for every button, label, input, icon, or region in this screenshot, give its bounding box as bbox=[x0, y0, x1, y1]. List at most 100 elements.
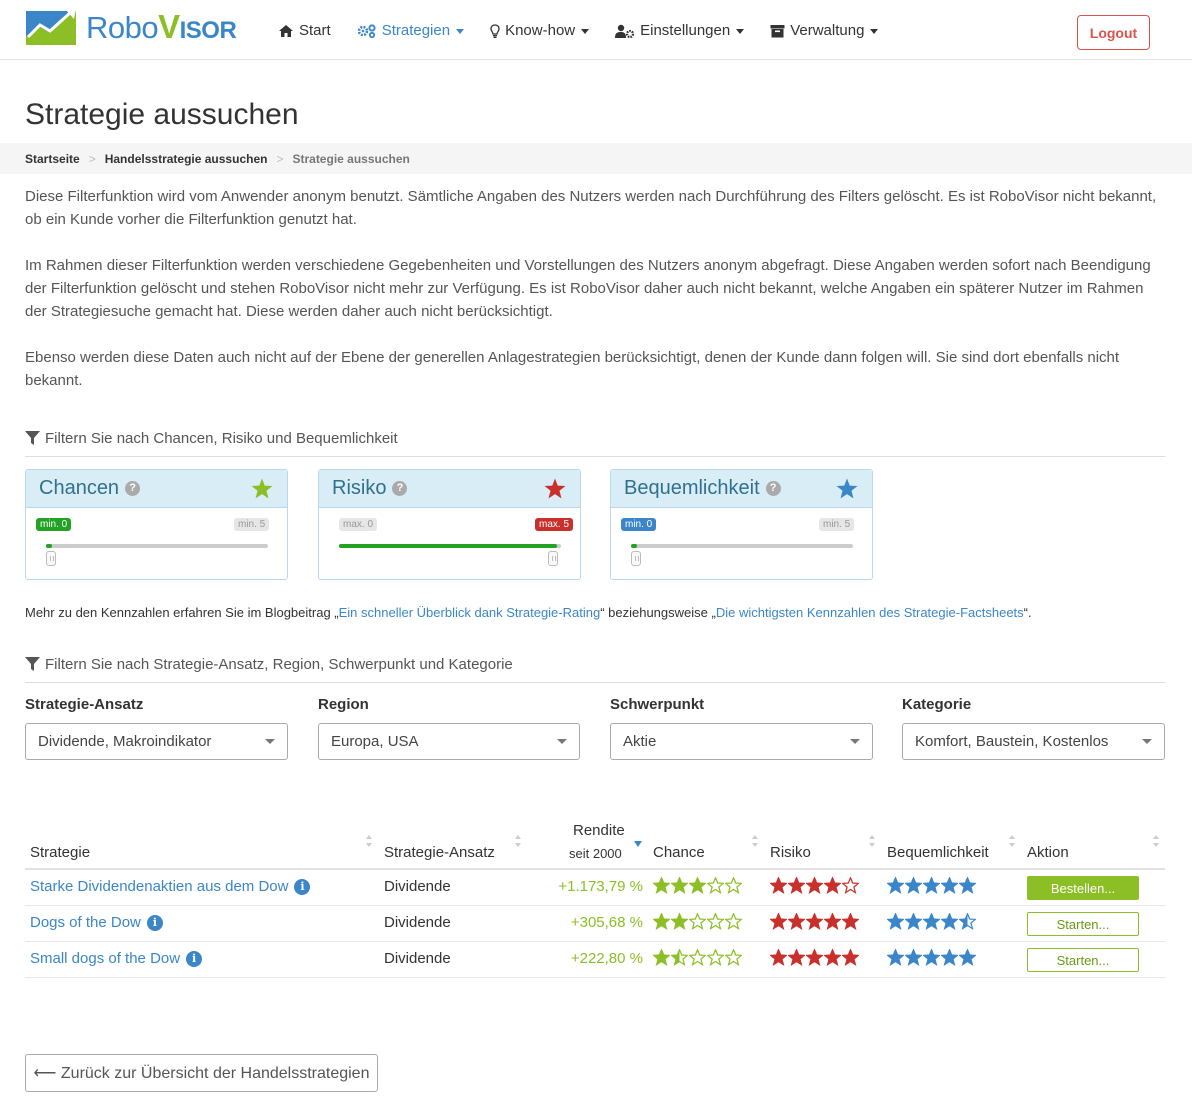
slider-handle[interactable] bbox=[631, 551, 641, 566]
slider-track bbox=[46, 544, 268, 548]
strategy-ansatz: Dividende bbox=[384, 914, 451, 931]
slider-track bbox=[631, 544, 853, 548]
table-row: Small dogs of the Dow i Dividende +222,80… bbox=[25, 942, 1165, 978]
star-full-icon bbox=[653, 949, 670, 966]
slider-fill bbox=[46, 544, 52, 548]
slider-handle[interactable] bbox=[548, 551, 558, 566]
slider-max-label: max. 5 bbox=[535, 518, 574, 531]
nav-strategien-label: Strategien bbox=[381, 22, 451, 39]
star-full-icon bbox=[788, 913, 805, 930]
star-full-icon bbox=[671, 913, 688, 930]
strategy-ansatz: Dividende bbox=[384, 878, 451, 895]
sort-desc-icon[interactable] bbox=[634, 834, 642, 848]
strategy-rendite: +1.173,79 % bbox=[558, 878, 643, 895]
back-to-overview-button[interactable]: ⟵ Zurück zur Übersicht der Handelsstrate… bbox=[25, 1054, 378, 1092]
help-icon[interactable]: ? bbox=[765, 481, 781, 496]
sort-icon[interactable] bbox=[868, 834, 876, 848]
filter-rating-heading: Filtern Sie nach Chancen, Risiko und Beq… bbox=[25, 430, 1165, 457]
nav-start[interactable]: Start bbox=[278, 22, 331, 39]
nav-know-how[interactable]: Know-how bbox=[490, 22, 590, 39]
info-icon[interactable]: i bbox=[294, 878, 311, 895]
star-empty-icon bbox=[725, 913, 742, 930]
user-gear-icon bbox=[615, 24, 635, 38]
robovisor-logo[interactable]: RoboVISOR bbox=[26, 6, 237, 48]
bequemlichkeit-slider[interactable]: min. 0 min. 5 bbox=[621, 518, 855, 568]
breadcrumb: Startseite > Handelsstrategie aussuchen … bbox=[0, 143, 1192, 174]
page-title: Strategie aussuchen bbox=[25, 98, 299, 131]
dropdown-arrow-icon bbox=[1142, 739, 1152, 744]
blog-link-factsheet[interactable]: Die wichtigsten Kennzahlen des Strategie… bbox=[716, 605, 1024, 620]
bequemlichkeit-card-header: Bequemlichkeit ? bbox=[611, 470, 872, 508]
info-icon[interactable]: i bbox=[146, 914, 163, 931]
column-header-rendite[interactable]: Rendite bbox=[573, 822, 625, 839]
help-icon[interactable]: ? bbox=[125, 481, 141, 496]
sort-icon[interactable] bbox=[365, 834, 373, 848]
strategy-name-link[interactable]: Small dogs of the Dow i bbox=[30, 950, 203, 967]
blog-link-strategie-rating[interactable]: Ein schneller Überblick dank Strategie-R… bbox=[339, 605, 601, 620]
star-full-icon bbox=[905, 949, 922, 966]
note-text: Mehr zu den Kennzahlen erfahren Sie im B… bbox=[25, 605, 339, 620]
slider-fill bbox=[631, 544, 637, 548]
star-empty-icon bbox=[707, 949, 724, 966]
risiko-rating bbox=[770, 913, 860, 930]
strategy-name-link[interactable]: Dogs of the Dow i bbox=[30, 914, 163, 931]
column-header-strategie[interactable]: Strategie bbox=[30, 844, 90, 861]
slider-handle[interactable] bbox=[46, 551, 56, 566]
schwerpunkt-select[interactable]: Aktie bbox=[610, 723, 873, 760]
star-empty-icon bbox=[707, 913, 724, 930]
column-header-chance[interactable]: Chance bbox=[653, 844, 705, 861]
risiko-card-header: Risiko ? bbox=[319, 470, 580, 508]
region-label: Region bbox=[318, 696, 369, 713]
nav-strategien[interactable]: Strategien bbox=[357, 22, 465, 39]
star-full-icon bbox=[824, 877, 841, 894]
starten-button[interactable]: Starten... bbox=[1027, 948, 1139, 972]
star-full-icon bbox=[941, 913, 958, 930]
column-header-bequemlichkeit[interactable]: Bequemlichkeit bbox=[887, 844, 989, 861]
sort-icon[interactable] bbox=[751, 834, 759, 848]
select-value: Europa, USA bbox=[331, 733, 419, 750]
logo-chart-icon bbox=[26, 9, 76, 45]
nav-verwaltung[interactable]: Verwaltung bbox=[770, 22, 879, 39]
chevron-down-icon bbox=[736, 29, 745, 34]
sort-icon[interactable] bbox=[1008, 834, 1016, 848]
star-empty-icon bbox=[689, 949, 706, 966]
strategie-ansatz-select[interactable]: Dividende, Makroindikator bbox=[25, 723, 288, 760]
logout-button[interactable]: Logout bbox=[1077, 15, 1150, 50]
star-empty-icon bbox=[725, 877, 742, 894]
strategy-name-link[interactable]: Starke Dividendenaktien aus dem Dow i bbox=[30, 878, 311, 895]
risiko-slider[interactable]: max. 0 max. 5 bbox=[339, 518, 574, 568]
region-select[interactable]: Europa, USA bbox=[318, 723, 580, 760]
star-full-icon bbox=[923, 877, 940, 894]
info-icon[interactable]: i bbox=[186, 950, 203, 967]
slider-min-label: max. 0 bbox=[339, 518, 378, 531]
cogs-icon bbox=[357, 23, 376, 38]
bestellen-button[interactable]: Bestellen... bbox=[1027, 876, 1139, 900]
star-empty-icon bbox=[707, 877, 724, 894]
star-full-icon bbox=[923, 913, 940, 930]
sort-icon[interactable] bbox=[1152, 834, 1160, 848]
breadcrumb-handelsstrategie[interactable]: Handelsstrategie aussuchen bbox=[105, 152, 268, 166]
column-header-risiko[interactable]: Risiko bbox=[770, 844, 811, 861]
starten-button[interactable]: Starten... bbox=[1027, 912, 1139, 936]
help-icon[interactable]: ? bbox=[392, 481, 408, 496]
sort-icon[interactable] bbox=[514, 834, 522, 848]
chancen-card-title: Chancen bbox=[39, 477, 120, 499]
column-header-strategie-ansatz[interactable]: Strategie-Ansatz bbox=[384, 844, 495, 861]
slider-track bbox=[339, 544, 561, 548]
strategy-table: Strategie Strategie-Ansatz Rendite seit … bbox=[25, 814, 1165, 978]
star-full-icon bbox=[788, 877, 805, 894]
kategorie-label: Kategorie bbox=[902, 696, 972, 713]
main-nav: Start Strategien Know-how Einstellungen … bbox=[278, 22, 904, 39]
star-full-icon bbox=[905, 877, 922, 894]
nav-einstellungen[interactable]: Einstellungen bbox=[615, 22, 745, 39]
risiko-card-title: Risiko bbox=[332, 477, 387, 499]
star-empty-icon bbox=[689, 913, 706, 930]
slider-min-label: min. 0 bbox=[36, 518, 72, 531]
strategy-name: Small dogs of the Dow bbox=[30, 950, 181, 967]
star-full-icon bbox=[788, 949, 805, 966]
star-half-icon bbox=[959, 913, 976, 930]
kategorie-select[interactable]: Komfort, Baustein, Kostenlos bbox=[902, 723, 1165, 760]
chancen-slider[interactable]: min. 0 min. 5 bbox=[36, 518, 270, 568]
star-full-icon bbox=[806, 877, 823, 894]
breadcrumb-home[interactable]: Startseite bbox=[25, 152, 80, 166]
